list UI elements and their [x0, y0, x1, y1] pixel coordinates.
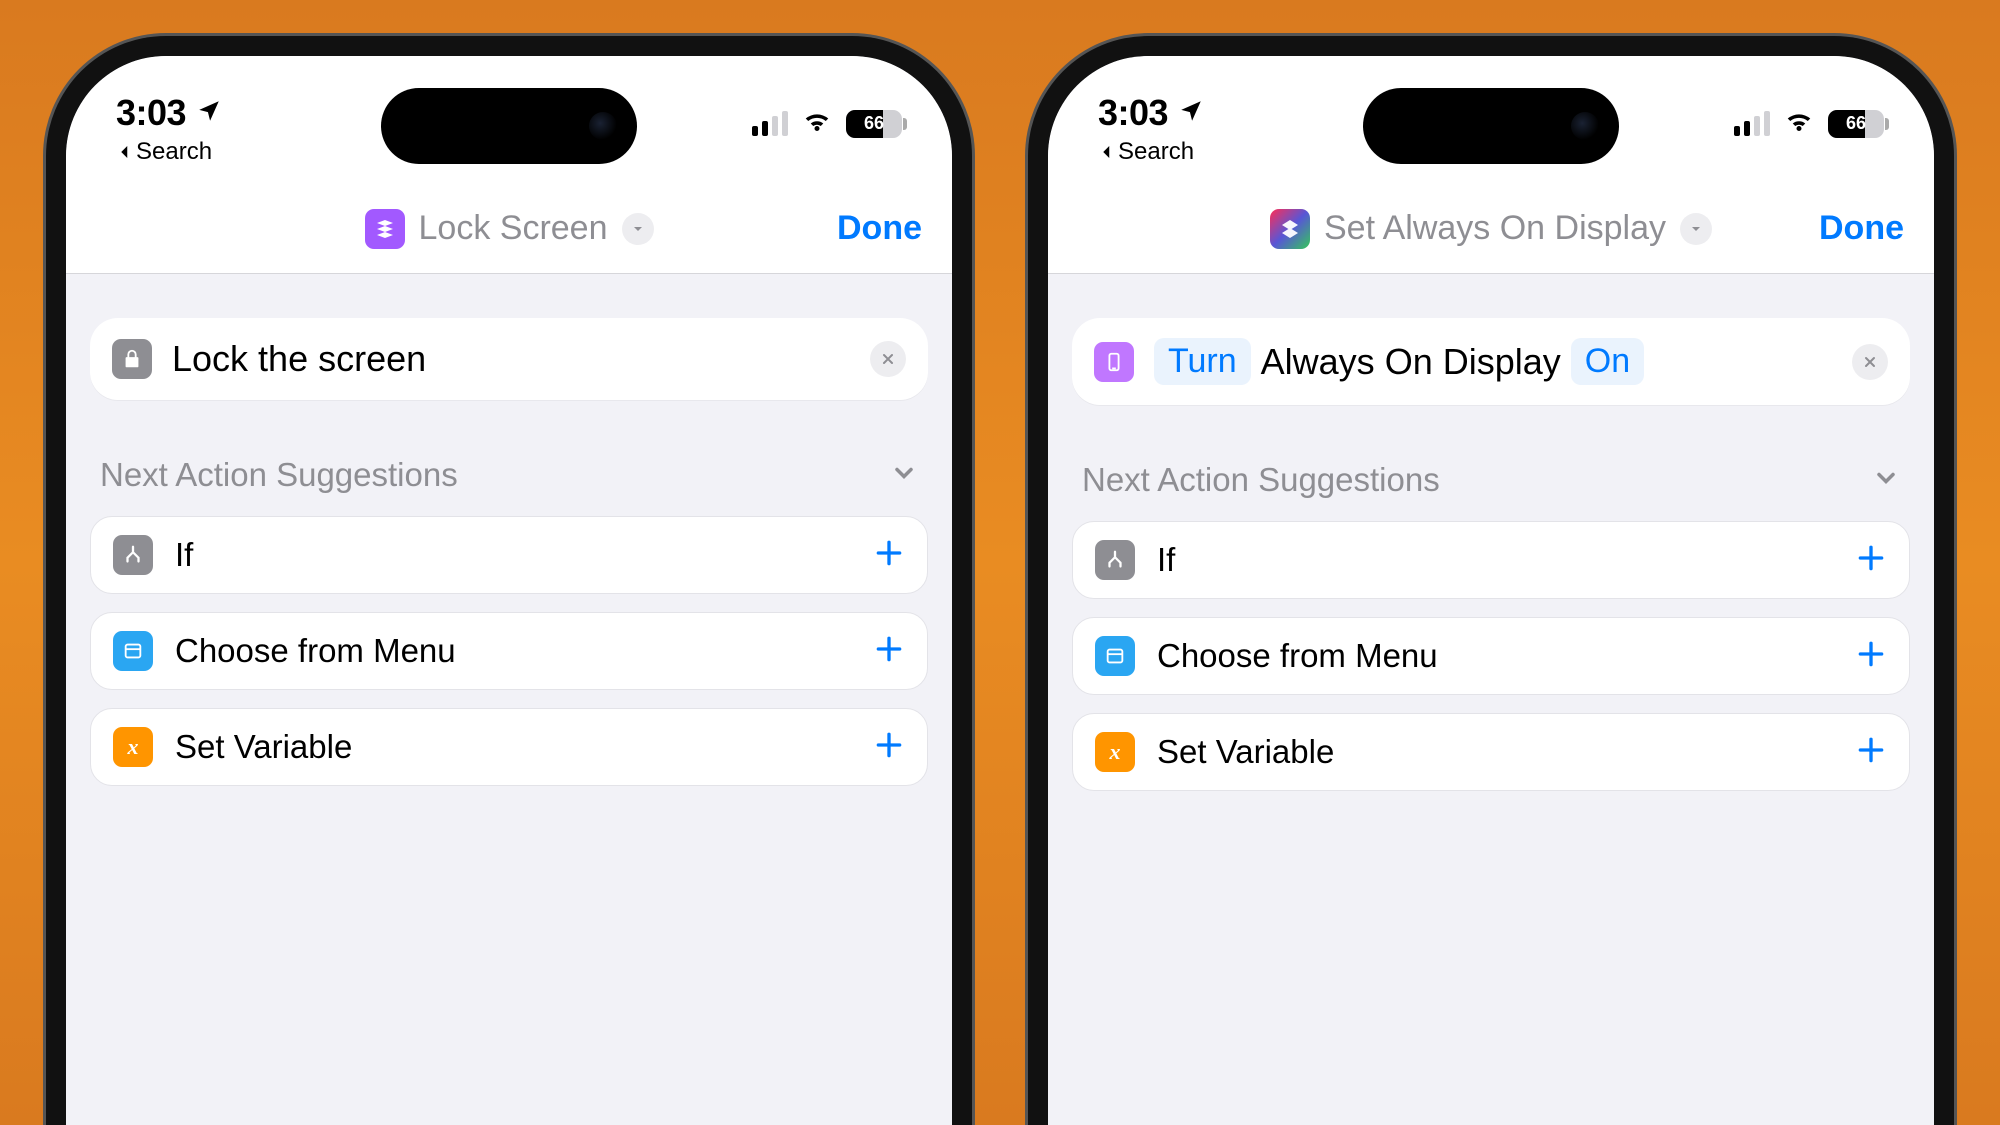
- suggestion-set-variable[interactable]: x Set Variable: [90, 708, 928, 786]
- back-label: Search: [1118, 138, 1194, 166]
- branch-icon: [113, 535, 153, 575]
- lockscreen-app-icon: [365, 209, 405, 249]
- phone-icon: [1094, 342, 1134, 382]
- action-label: Turn Always On Display On: [1154, 338, 1832, 385]
- add-icon[interactable]: [873, 729, 905, 766]
- dynamic-island: [381, 88, 637, 164]
- phone-left: 3:03 Search 66: [46, 36, 972, 1125]
- suggestion-set-variable[interactable]: x Set Variable: [1072, 713, 1910, 791]
- action-card[interactable]: Lock the screen: [90, 318, 928, 400]
- variable-icon: x: [113, 727, 153, 767]
- add-icon[interactable]: [873, 537, 905, 574]
- nav-title-button[interactable]: Set Always On Display: [1270, 209, 1712, 249]
- nav-title: Lock Screen: [419, 209, 608, 248]
- clear-action-button[interactable]: [870, 341, 906, 377]
- suggestion-choose-menu[interactable]: Choose from Menu: [90, 612, 928, 690]
- lock-icon: [112, 339, 152, 379]
- token-turn[interactable]: Turn: [1154, 338, 1251, 385]
- dynamic-island: [1363, 88, 1619, 164]
- wifi-icon: [1784, 106, 1814, 141]
- suggestion-list: If Choose from Menu x: [90, 516, 928, 786]
- suggestion-list: If Choose from Menu x: [1072, 521, 1910, 791]
- suggestions-title: Next Action Suggestions: [100, 456, 458, 494]
- nav-bar: Set Always On Display Done: [1048, 184, 1934, 274]
- phone-right: 3:03 Search 66: [1028, 36, 1954, 1125]
- suggestion-if[interactable]: If: [1072, 521, 1910, 599]
- action-label: Lock the screen: [172, 338, 850, 380]
- action-target: Always On Display: [1261, 341, 1561, 383]
- suggestion-choose-menu[interactable]: Choose from Menu: [1072, 617, 1910, 695]
- back-search-link[interactable]: Search: [116, 138, 222, 166]
- add-icon[interactable]: [1855, 734, 1887, 771]
- chevron-down-icon[interactable]: [1680, 213, 1712, 245]
- wifi-icon: [802, 106, 832, 141]
- chevron-down-icon[interactable]: [622, 213, 654, 245]
- chevron-down-icon: [890, 459, 918, 492]
- action-card[interactable]: Turn Always On Display On: [1072, 318, 1910, 405]
- done-button[interactable]: Done: [1819, 209, 1904, 248]
- suggestions-header[interactable]: Next Action Suggestions: [1072, 405, 1910, 521]
- cellular-icon: [752, 112, 788, 136]
- menu-icon: [113, 631, 153, 671]
- add-icon[interactable]: [1855, 638, 1887, 675]
- chevron-down-icon: [1872, 464, 1900, 497]
- status-time: 3:03: [116, 92, 186, 134]
- back-label: Search: [136, 138, 212, 166]
- battery-icon: 66: [846, 110, 902, 138]
- status-time: 3:03: [1098, 92, 1168, 134]
- menu-icon: [1095, 636, 1135, 676]
- add-icon[interactable]: [873, 633, 905, 670]
- branch-icon: [1095, 540, 1135, 580]
- battery-icon: 66: [1828, 110, 1884, 138]
- location-icon: [1178, 98, 1204, 129]
- add-icon[interactable]: [1855, 542, 1887, 579]
- shortcuts-app-icon: [1270, 209, 1310, 249]
- variable-icon: x: [1095, 732, 1135, 772]
- cellular-icon: [1734, 112, 1770, 136]
- suggestion-if[interactable]: If: [90, 516, 928, 594]
- nav-title: Set Always On Display: [1324, 209, 1666, 248]
- suggestions-title: Next Action Suggestions: [1082, 461, 1440, 499]
- done-button[interactable]: Done: [837, 209, 922, 248]
- back-search-link[interactable]: Search: [1098, 138, 1204, 166]
- suggestions-header[interactable]: Next Action Suggestions: [90, 400, 928, 516]
- nav-bar: Lock Screen Done: [66, 184, 952, 274]
- token-on[interactable]: On: [1571, 338, 1644, 385]
- location-icon: [196, 98, 222, 129]
- clear-action-button[interactable]: [1852, 344, 1888, 380]
- content-area: Turn Always On Display On Next Action Su…: [1048, 274, 1934, 791]
- content-area: Lock the screen Next Action Suggestions …: [66, 274, 952, 786]
- nav-title-button[interactable]: Lock Screen: [365, 209, 654, 249]
